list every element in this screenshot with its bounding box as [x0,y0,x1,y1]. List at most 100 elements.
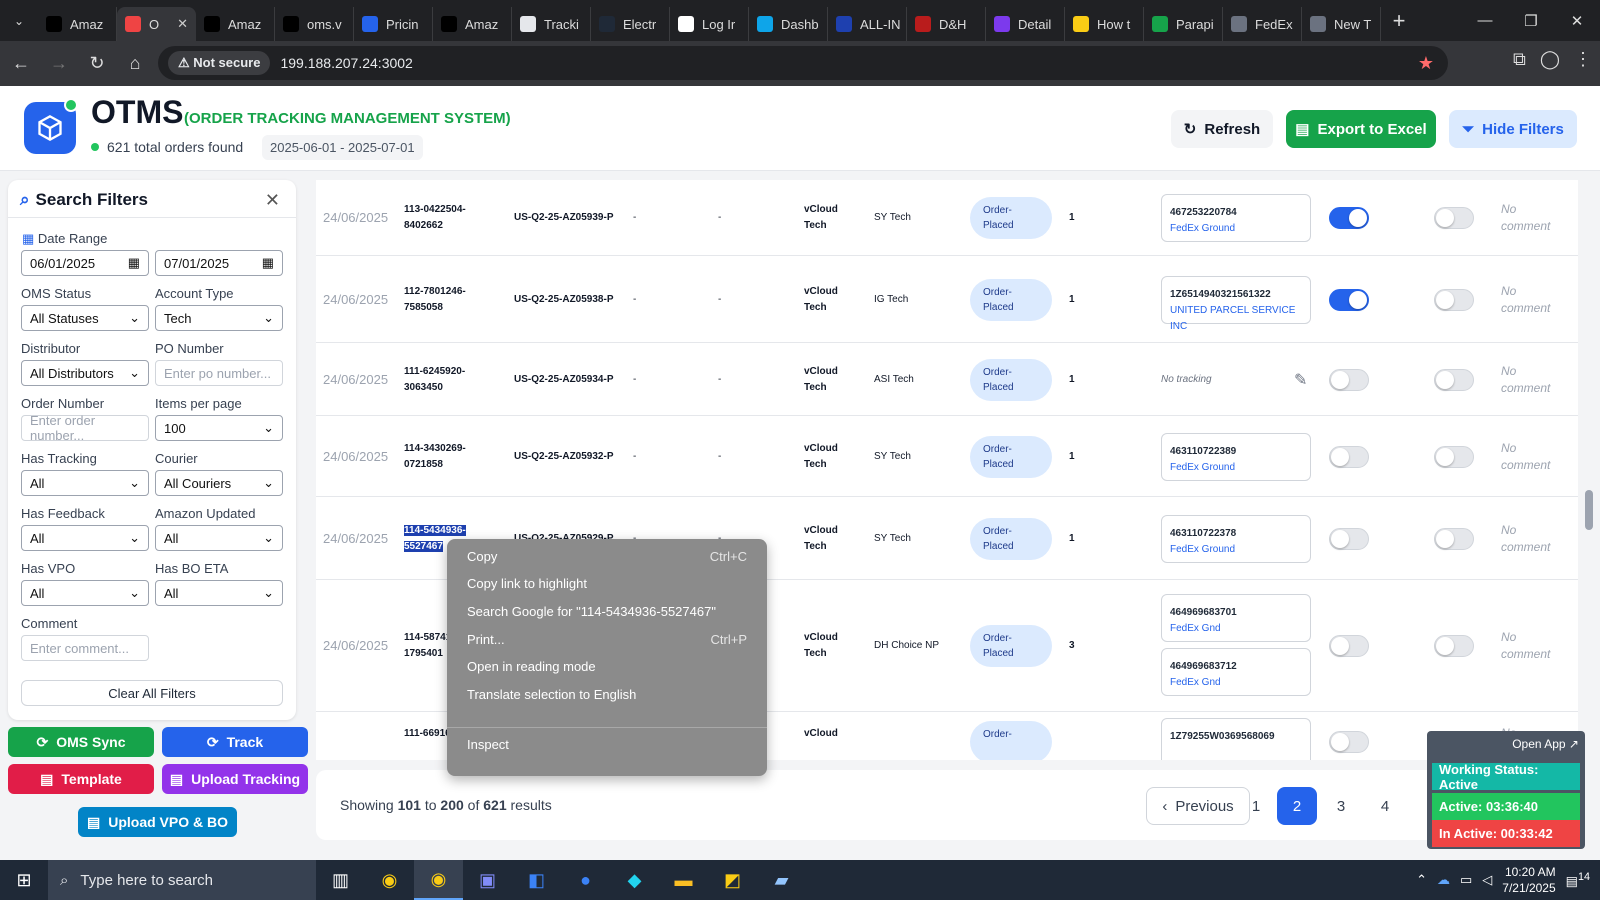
browser-tab[interactable]: Parapi [1144,7,1223,41]
template-button[interactable]: ▤ Template [8,764,154,794]
tracking-card[interactable]: 1Z79255W0369568069 [1161,718,1311,760]
context-menu-item[interactable]: Inspect [467,737,747,752]
context-menu-item[interactable]: Print... Ctrl+P [467,632,747,647]
order-number[interactable]: 113-0422504- 8402662 [404,202,474,234]
distributor-select[interactable]: All Distributors ⌄ [21,360,149,386]
sticky-notes-icon[interactable]: ◩ [708,860,757,900]
browser-tab[interactable]: New T [1302,7,1381,41]
scrollbar-thumb[interactable] [1585,490,1593,530]
amazon-updated-toggle[interactable] [1329,527,1369,550]
context-menu-item[interactable]: Copy Ctrl+C [467,549,747,564]
restore-icon[interactable]: ❐ [1508,0,1554,41]
onedrive-icon[interactable]: ☁ [1437,872,1450,888]
feedback-toggle[interactable] [1434,368,1474,391]
order-number-input[interactable]: Enter order number... [21,413,149,443]
date-from-input[interactable]: 06/01/2025 ▦ [21,250,149,276]
browser-tab[interactable]: oms.v [275,7,354,41]
items-per-page-select[interactable]: 100 ⌄ [155,415,283,441]
comment-text[interactable]: No comment [1501,363,1550,397]
comment-text[interactable]: No comment [1501,629,1550,663]
table-row[interactable]: 24/06/2025 112-7801246- 7585058 US-Q2-25-AZ… [316,256,1578,343]
context-menu-item[interactable]: Copy link to highlight [467,576,747,591]
page-number-button[interactable]: 4 [1365,787,1405,825]
amazon-updated-toggle[interactable] [1329,445,1369,468]
home-icon[interactable]: ⌂ [118,47,152,81]
reload-icon[interactable]: ↻ [80,47,114,81]
context-menu-item[interactable]: Open in reading mode [467,659,747,674]
browser-tab[interactable]: Amaz [433,7,512,41]
order-number[interactable]: 112-7801246- 7585058 [404,284,474,316]
browser-tab[interactable]: Log Ir [670,7,749,41]
tracking-card[interactable]: 467253220784 FedEx Ground [1161,194,1311,242]
amazon-updated-toggle[interactable] [1329,288,1369,311]
page-number-button[interactable]: 3 [1321,787,1361,825]
zoom-icon[interactable]: ● [561,860,610,900]
profile-icon[interactable]: ◯ [1540,49,1560,70]
export-excel-button[interactable]: ▤ Export to Excel [1286,110,1436,148]
open-app-link[interactable]: Open App ↗ [1512,737,1579,751]
amazon-updated-toggle[interactable] [1329,731,1369,753]
order-number[interactable]: 111-6245920- 3063450 [404,364,474,396]
chrome-icon[interactable]: ◉ [365,860,414,900]
chrome-active-icon[interactable]: ◉ [414,860,463,900]
table-row[interactable]: 24/06/2025 114-3430269- 0721858 US-Q2-25-AZ… [316,416,1578,497]
browser-tab[interactable]: Dashb [749,7,828,41]
tracking-card[interactable]: 1Z6514940321561322 UNITED PARCEL SERVICE … [1161,275,1311,332]
volume-icon[interactable]: ◁ [1482,872,1492,888]
clock[interactable]: 10:20 AM 7/21/2025 [1502,864,1555,896]
minimize-icon[interactable]: — [1462,0,1508,41]
po-number-input[interactable]: Enter po number... [155,360,283,386]
page-number-button[interactable]: 2 [1277,787,1317,825]
upload-vpo-bo-button[interactable]: ▤ Upload VPO & BO [78,807,237,837]
amazon-updated-toggle[interactable] [1329,635,1369,657]
tracking-card[interactable]: 464969683712 FedEx Gnd [1161,648,1311,696]
amazon-updated-select[interactable]: All ⌄ [155,525,283,551]
close-tab-icon[interactable]: ✕ [177,16,188,32]
account-type-select[interactable]: Tech ⌄ [155,305,283,331]
browser-tab[interactable]: Electr [591,7,670,41]
edit-pencil-icon[interactable]: ✎ [1294,370,1307,390]
browser-tab[interactable]: D&H [907,7,986,41]
menu-icon[interactable]: ⋮ [1574,49,1592,70]
forward-icon[interactable]: → [42,47,76,81]
comment-text[interactable]: No comment [1501,283,1550,317]
refresh-button[interactable]: ↻ Refresh [1171,110,1273,148]
browser-tab[interactable]: Amaz [38,7,117,41]
has-tracking-select[interactable]: All ⌄ [21,470,149,496]
comment-text[interactable]: No comment [1501,522,1550,556]
clear-filters-button[interactable]: Clear All Filters [21,680,283,706]
back-icon[interactable]: ← [4,47,38,81]
browser-tab[interactable]: ALL-IN [828,7,907,41]
bookmark-star-icon[interactable]: ★ [1418,53,1434,74]
has-vpo-select[interactable]: All ⌄ [21,580,149,606]
hide-filters-button[interactable]: ⏷ Hide Filters [1449,110,1577,148]
feedback-toggle[interactable] [1434,445,1474,468]
previous-page-button[interactable]: ‹ Previous [1146,787,1250,825]
oms-status-select[interactable]: All Statuses ⌄ [21,305,149,331]
browser-tab[interactable]: Tracki [512,7,591,41]
table-row[interactable]: 24/06/2025 113-0422504- 8402662 US-Q2-25-AZ… [316,180,1578,256]
close-filters-icon[interactable]: ✕ [265,190,280,211]
teams-icon[interactable]: ▣ [463,860,512,900]
tracking-card[interactable]: 463110722378 FedEx Ground [1161,514,1311,563]
amazon-updated-toggle[interactable] [1329,207,1369,229]
track-button[interactable]: ⟳ Track [162,727,308,757]
has-bo-eta-select[interactable]: All ⌄ [155,580,283,606]
url-input[interactable]: ⚠ Not secure 199.188.207.24:3002 ★ [158,46,1448,80]
courier-select[interactable]: All Couriers ⌄ [155,470,283,496]
has-feedback-select[interactable]: All ⌄ [21,525,149,551]
table-scrollbar[interactable] [1582,180,1596,760]
file-explorer-icon[interactable]: ▬ [659,860,708,900]
order-number[interactable]: 114-3430269- 0721858 [404,441,474,473]
feedback-toggle[interactable] [1434,288,1474,311]
network-icon[interactable]: ▭ [1460,872,1472,888]
tab-search-icon[interactable]: ⌄ [0,0,38,41]
feedback-toggle[interactable] [1434,527,1474,550]
amazon-updated-toggle[interactable] [1329,368,1369,391]
notes-app-icon[interactable]: ▰ [757,860,806,900]
chevron-up-icon[interactable]: ⌃ [1416,872,1427,888]
browser-tab[interactable]: Pricin [354,7,433,41]
oms-sync-button[interactable]: ⟳ OMS Sync [8,727,154,757]
comment-text[interactable]: No comment [1501,201,1550,235]
comment-input[interactable]: Enter comment... [21,635,149,661]
